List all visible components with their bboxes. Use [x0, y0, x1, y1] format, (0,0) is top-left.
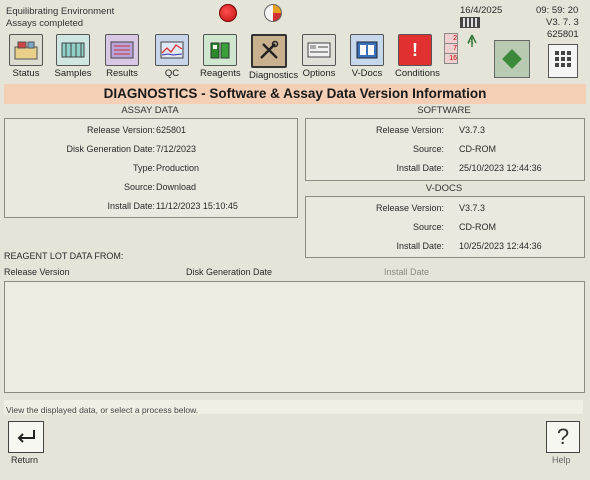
toolbar-conditions-label: Conditions [395, 68, 440, 79]
counter-1: 2 [444, 33, 458, 44]
toolbar-conditions-button[interactable]: ! Conditions [395, 34, 440, 79]
status-icon [9, 34, 43, 66]
page-title-bar: DIAGNOSTICS - Software & Assay Data Vers… [4, 84, 586, 104]
assay-release-version-label: Release Version: [86, 125, 155, 135]
page-title: DIAGNOSTICS - Software & Assay Data Vers… [103, 86, 487, 101]
assay-source-value: Download [156, 182, 197, 192]
assay-data-panel: Release Version: 625801 Disk Generation … [4, 118, 298, 218]
return-arrow-icon [17, 430, 35, 443]
keypad-icon [555, 51, 571, 67]
return-button[interactable] [8, 421, 44, 453]
assay-install-date-label: Install Date: [107, 201, 155, 211]
alarm-indicator-icon[interactable] [219, 4, 237, 22]
assay-disk-date-label: Disk Generation Date: [66, 144, 155, 154]
assay-source-label: Source: [123, 182, 155, 192]
hint-text: View the displayed data, or select a pro… [6, 405, 199, 415]
hint-bar: View the displayed data, or select a pro… [4, 400, 583, 415]
software-install-date-value: 25/10/2023 12:44:36 [459, 163, 542, 173]
counter-3: 16 [444, 54, 458, 64]
toolbar-qc-label: QC [164, 68, 180, 79]
vdocs-icon [350, 34, 384, 66]
pause-button[interactable] [494, 40, 530, 78]
return-label: Return [11, 455, 39, 465]
software-release-version-label: Release Version: [375, 125, 444, 135]
software-version: V3. 7. 3 [546, 17, 579, 28]
toolbar-vdocs-button[interactable]: V-Docs [347, 34, 387, 79]
vdocs-title: V-DOCS [425, 183, 463, 194]
toolbar-samples-label: Samples [54, 68, 92, 79]
reagents-icon [203, 34, 237, 66]
status-date: 16/4/2025 [460, 5, 503, 16]
assay-release-version-value: 625801 [156, 125, 187, 135]
instrument-serial: 625801 [547, 29, 579, 40]
vdocs-source-label: Source: [412, 222, 444, 232]
diagnostics-icon [251, 34, 287, 68]
software-source-label: Source: [412, 144, 444, 154]
reagent-col-release-version[interactable]: Release Version [4, 267, 70, 277]
options-icon [302, 34, 336, 66]
process-status-icon[interactable] [264, 4, 282, 22]
software-install-date-label: Install Date: [396, 163, 444, 173]
software-panel: Release Version: V3.7.3 Source: CD-ROM I… [305, 118, 585, 181]
reagent-col-disk-generation-date[interactable]: Disk Generation Date [186, 267, 272, 277]
assay-install-date-value: 11/12/2023 15:10:45 [156, 201, 238, 211]
software-source-value: CD-ROM [459, 144, 496, 154]
assay-type-value: Production [156, 163, 200, 173]
reagent-lot-list[interactable] [4, 281, 585, 393]
status-submessage: Assays completed [6, 18, 84, 29]
assay-type-label: Type: [132, 163, 155, 173]
toolbar-results-button[interactable]: Results [102, 34, 142, 79]
qc-icon [155, 34, 189, 66]
toolbar-diagnostics-button[interactable]: Diagnostics [249, 34, 299, 81]
toolbar-diagnostics-label: Diagnostics [249, 70, 299, 81]
conditions-icon: ! [398, 34, 432, 66]
vdocs-install-date-value: 10/25/2023 12:44:36 [459, 241, 542, 251]
toolbar-qc-button[interactable]: QC [152, 34, 192, 79]
toolbar-status-label: Status [12, 68, 40, 79]
antenna-label: A [468, 37, 474, 46]
status-message: Equilibrating Environment [6, 6, 115, 17]
help-button[interactable]: ? [546, 421, 580, 453]
vdocs-release-version-value: V3.7.3 [459, 203, 486, 213]
pause-diamond-icon [502, 49, 522, 69]
toolbar-status-button[interactable]: Status [6, 34, 46, 79]
toolbar-vdocs-label: V-Docs [351, 68, 383, 79]
toolbar-samples-button[interactable]: Samples [53, 34, 93, 79]
queue-counters: 2 7 16 [444, 33, 458, 64]
vdocs-install-date-label: Install Date: [396, 241, 444, 251]
help-label: Help [552, 455, 571, 465]
toolbar-options-button[interactable]: Options [299, 34, 339, 79]
vdocs-panel: Release Version: V3.7.3 Source: CD-ROM I… [305, 196, 585, 258]
results-icon [105, 34, 139, 66]
software-release-version-value: V3.7.3 [459, 125, 486, 135]
vdocs-release-version-label: Release Version: [375, 203, 444, 213]
vdocs-source-value: CD-ROM [459, 222, 496, 232]
reagent-lot-title: REAGENT LOT DATA FROM: [4, 251, 124, 261]
antenna-icon: A [464, 33, 480, 49]
assay-data-title: ASSAY DATA [121, 105, 179, 116]
assay-disk-date-value: 7/12/2023 [156, 144, 197, 154]
status-time: 09: 59: 20 [536, 5, 579, 16]
printer-icon [460, 17, 480, 28]
software-title: SOFTWARE [417, 105, 471, 116]
samples-icon [56, 34, 90, 66]
help-icon: ? [556, 424, 570, 449]
toolbar-results-label: Results [106, 68, 138, 79]
keypad-button[interactable] [548, 44, 578, 78]
toolbar-reagents-label: Reagents [200, 68, 241, 79]
toolbar-options-label: Options [302, 68, 336, 79]
toolbar-reagents-button[interactable]: Reagents [200, 34, 241, 79]
reagent-col-install-date[interactable]: Install Date [384, 267, 429, 277]
counter-2: 7 [444, 44, 458, 54]
